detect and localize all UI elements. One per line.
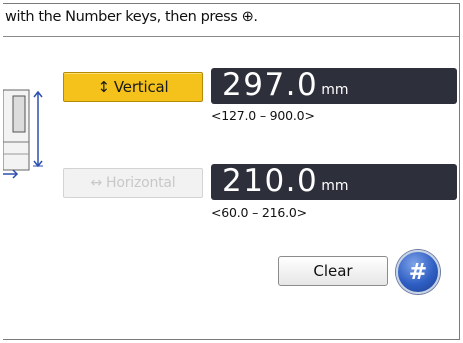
clear-label: Clear xyxy=(313,262,353,280)
vertical-unit: mm xyxy=(321,82,349,98)
horizontal-button[interactable]: ↔ Horizontal xyxy=(63,168,203,198)
horizontal-range: <60.0 – 216.0> xyxy=(211,205,307,220)
hash-icon: # xyxy=(408,259,428,285)
horizontal-arrow-icon: ↔ xyxy=(90,175,103,191)
clear-button[interactable]: Clear xyxy=(278,256,388,286)
horizontal-label: Horizontal xyxy=(106,175,176,191)
vertical-value: 297.0 xyxy=(222,67,319,103)
vertical-button[interactable]: ↕ Vertical xyxy=(63,72,203,102)
vertical-arrow-icon: ↕ xyxy=(97,78,111,96)
vertical-range: <127.0 – 900.0> xyxy=(211,108,315,123)
vertical-label: Vertical xyxy=(113,78,169,96)
vertical-value-display: 297.0 mm xyxy=(211,68,457,104)
horizontal-value-display: 210.0 mm xyxy=(211,164,457,200)
horizontal-unit: mm xyxy=(321,178,349,194)
instruction-text: with the Number keys, then press ⊕. xyxy=(5,9,258,25)
horizontal-value: 210.0 xyxy=(222,163,319,199)
hash-key-button[interactable]: # xyxy=(396,250,440,294)
header-divider xyxy=(3,36,459,37)
paper-size-illustration xyxy=(3,89,43,179)
panel-frame: with the Number keys, then press ⊕. ↕ Ve… xyxy=(3,3,460,340)
